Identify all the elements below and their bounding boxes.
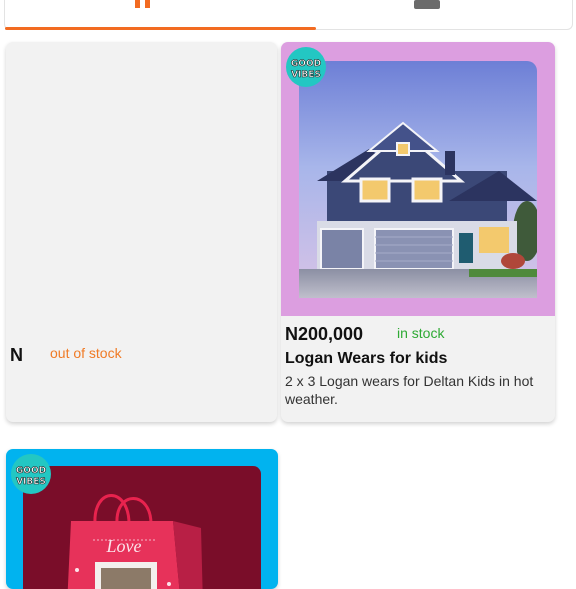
product-card[interactable]: Love GOOD VIBES: [6, 449, 278, 589]
good-vibes-icon: GOOD VIBES: [16, 466, 47, 488]
product-title: Logan Wears for kids: [285, 350, 448, 367]
product-card[interactable]: GOOD VIBES N200,000 in stock Logan Wears…: [281, 42, 555, 422]
svg-text:GOOD: GOOD: [291, 59, 321, 69]
good-vibes-badge: GOOD VIBES: [11, 454, 51, 494]
svg-text:VIBES: VIBES: [16, 477, 46, 487]
product-image-frame: GOOD VIBES: [281, 42, 555, 316]
stock-status: in stock: [397, 325, 445, 341]
shop-icon: [135, 0, 150, 8]
good-vibes-icon: GOOD VIBES: [291, 59, 322, 81]
product-price: N200,000: [285, 324, 364, 344]
good-vibes-badge: GOOD VIBES: [286, 47, 326, 87]
gift-bag-photo: Love: [23, 466, 261, 589]
bag-love-text: Love: [106, 536, 142, 556]
stock-status: out of stock: [50, 345, 122, 361]
top-tab-bar: [4, 0, 573, 30]
tab-messages[interactable]: [316, 0, 574, 30]
svg-text:VIBES: VIBES: [291, 70, 321, 80]
product-price: N: [10, 345, 23, 365]
svg-text:GOOD: GOOD: [16, 466, 46, 476]
chat-icon: [414, 0, 440, 9]
tab-products[interactable]: [5, 0, 316, 30]
product-description: 2 x 3 Logan wears for Deltan Kids in hot…: [285, 373, 534, 407]
house-photo: [299, 61, 537, 298]
active-tab-indicator: [5, 27, 316, 30]
product-card[interactable]: N out of stock: [6, 42, 277, 422]
